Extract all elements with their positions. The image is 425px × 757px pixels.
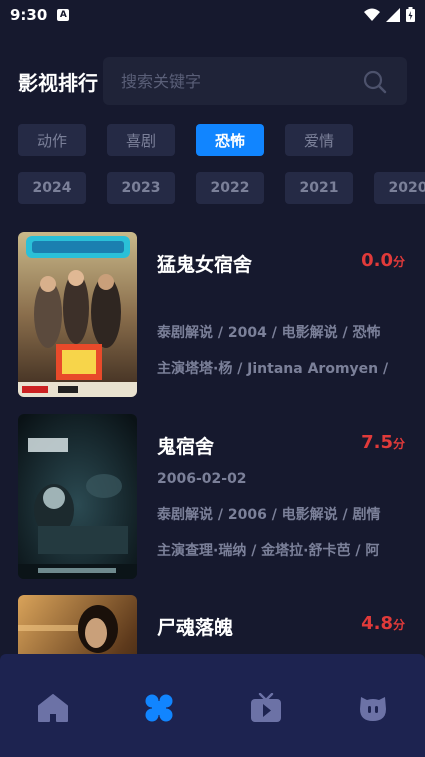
year-tab-2023[interactable]: 2023 (107, 172, 175, 204)
movie-poster[interactable] (18, 232, 137, 397)
nav-home[interactable] (35, 690, 71, 726)
nav-category[interactable] (141, 690, 177, 726)
movie-title: 猛鬼女宿舍 (157, 254, 253, 276)
header: 影视排行 (0, 57, 425, 105)
tv-icon (251, 693, 281, 722)
movie-poster[interactable] (18, 414, 137, 579)
rating-unit: 分 (392, 618, 405, 632)
search-icon[interactable] (363, 70, 387, 94)
year-tab-2021[interactable]: 2021 (285, 172, 353, 204)
list-item[interactable]: 鬼宿舍 7.5分 2006-02-02 泰剧解说 / 2006 / 电影解说 /… (18, 414, 407, 579)
movie-title: 尸魂落魄 (157, 617, 234, 639)
status-time: 9:30 (10, 6, 48, 24)
genre-tab-comedy[interactable]: 喜剧 (107, 124, 175, 156)
category-icon (145, 694, 173, 722)
page-title: 影视排行 (18, 71, 98, 95)
rating-unit: 分 (392, 255, 405, 269)
battery-icon (406, 7, 415, 22)
year-tab-2022[interactable]: 2022 (196, 172, 264, 204)
profile-icon (360, 697, 386, 721)
rating-unit: 分 (392, 437, 405, 451)
movie-rating: 0.0分 (361, 250, 405, 271)
movie-cast: 主演塔塔·杨 / Jintana Aromyen / (157, 361, 389, 377)
movie-title: 鬼宿舍 (157, 436, 215, 458)
year-tab-2020[interactable]: 2020 (374, 172, 425, 204)
movie-date: 2006-02-02 (157, 471, 247, 487)
year-tab-2024[interactable]: 2024 (18, 172, 86, 204)
rating-value: 4.8 (361, 613, 393, 634)
nav-tv[interactable] (248, 690, 284, 726)
genre-tab-romance[interactable]: 爱情 (285, 124, 353, 156)
rating-value: 0.0 (361, 250, 393, 271)
wifi-icon (364, 8, 380, 21)
notification-icon: A (57, 9, 70, 21)
nav-profile[interactable] (355, 690, 391, 726)
bottom-nav (0, 654, 425, 757)
search-input[interactable] (121, 69, 351, 93)
genre-tab-horror[interactable]: 恐怖 (196, 124, 264, 156)
year-tabs: 2024 2023 2022 2021 2020 (18, 172, 425, 204)
genre-tab-action[interactable]: 动作 (18, 124, 86, 156)
movie-tags: 泰剧解说 / 2006 / 电影解说 / 剧情 (157, 507, 381, 523)
movie-tags: 泰剧解说 / 2004 / 电影解说 / 恐怖 (157, 325, 381, 341)
status-bar: 9:30 A (0, 0, 425, 30)
movie-cast: 主演查理·瑞纳 / 金塔拉·舒卡芭 / 阿 (157, 543, 380, 559)
signal-icon (386, 7, 400, 22)
movie-rating: 4.8分 (361, 613, 405, 634)
home-icon (38, 694, 68, 722)
genre-tabs: 动作 喜剧 恐怖 爱情 (18, 124, 353, 156)
rating-value: 7.5 (361, 432, 393, 453)
search-box[interactable] (103, 57, 407, 105)
list-item[interactable]: 猛鬼女宿舍 0.0分 泰剧解说 / 2004 / 电影解说 / 恐怖 主演塔塔·… (18, 232, 407, 397)
movie-rating: 7.5分 (361, 432, 405, 453)
